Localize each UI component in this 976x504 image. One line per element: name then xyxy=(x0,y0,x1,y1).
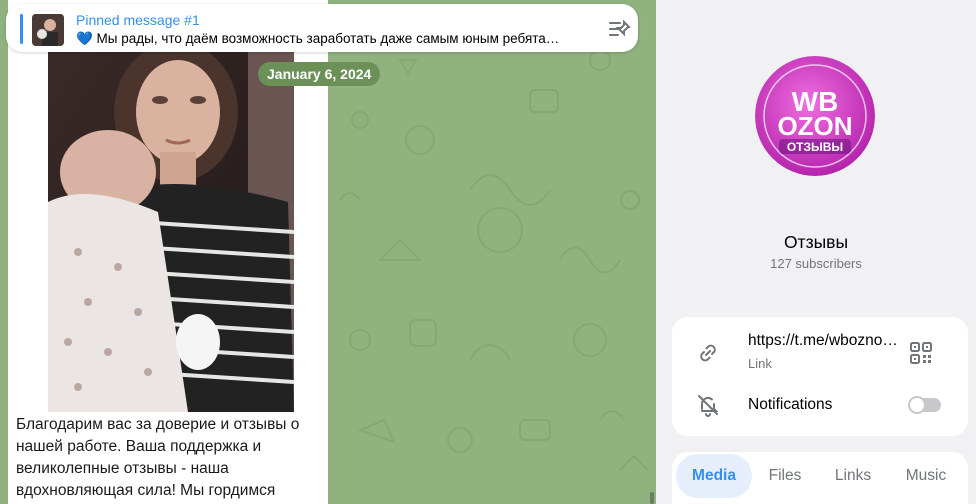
tab-music[interactable]: Music xyxy=(894,454,958,498)
tab-links[interactable]: Links xyxy=(822,454,884,498)
chat-scrollbar[interactable] xyxy=(650,492,654,504)
message-text: Благодарим вас за доверие и отзывы о наш… xyxy=(16,416,300,499)
avatar-text-ozon: OZON xyxy=(777,111,852,141)
pinned-text: 💙 Мы рады, что даём возможность заработа… xyxy=(76,31,560,46)
pinned-indicator xyxy=(20,14,23,44)
bell-off-icon xyxy=(698,395,719,417)
message-photo[interactable] xyxy=(48,52,294,412)
qr-code-icon[interactable] xyxy=(909,341,933,365)
photo-illustration xyxy=(48,52,294,412)
chat-area: Благодарим вас за доверие и отзывы о наш… xyxy=(0,0,656,504)
tab-files[interactable]: Files xyxy=(756,454,814,498)
link-icon xyxy=(700,344,716,362)
channel-avatar[interactable]: WB OZON ОТЗЫВЫ xyxy=(755,56,875,176)
channel-link-caption: Link xyxy=(748,356,772,371)
notifications-toggle[interactable] xyxy=(908,396,941,414)
notifications-label: Notifications xyxy=(748,396,833,413)
toggle-knob xyxy=(908,396,926,414)
tab-media[interactable]: Media xyxy=(676,454,752,498)
avatar-text-otzyvy: ОТЗЫВЫ xyxy=(787,140,843,154)
channel-name: Отзывы xyxy=(783,232,849,252)
pinned-title: Pinned message #1 xyxy=(76,12,200,28)
subscriber-count: 127 subscribers xyxy=(770,256,862,271)
channel-link[interactable]: https://t.me/wboznotzivi xyxy=(748,332,898,350)
pinned-thumbnail xyxy=(32,14,64,46)
pinned-message-bar[interactable]: Pinned message #1 💙 Мы рады, что даём во… xyxy=(6,4,638,52)
date-separator: January 6, 2024 xyxy=(258,62,381,86)
unpin-list-icon[interactable] xyxy=(608,19,632,39)
